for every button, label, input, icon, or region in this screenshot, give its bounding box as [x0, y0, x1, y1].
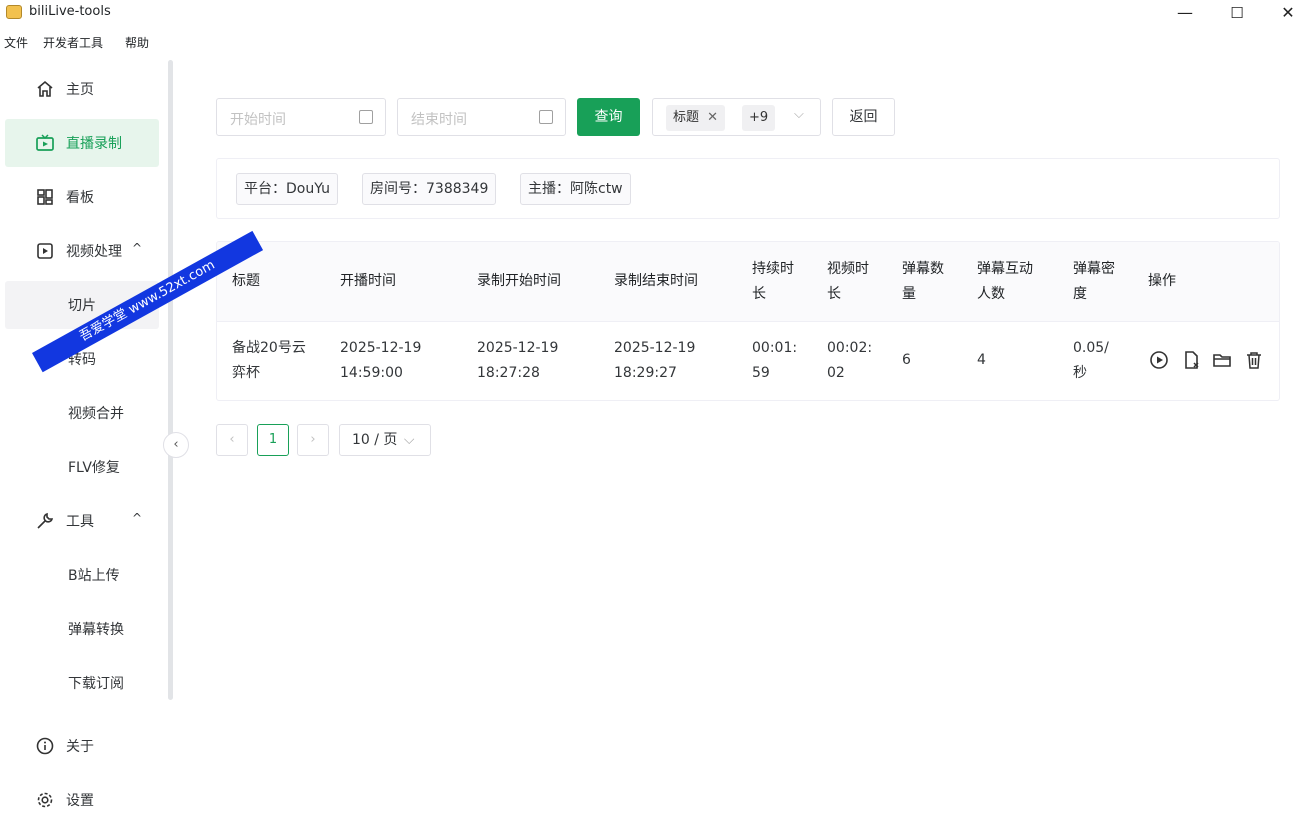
sidebar-item-dashboard[interactable]: 看板: [5, 173, 159, 221]
minimize-button[interactable]: —: [1170, 2, 1200, 24]
file-delete-icon[interactable]: [1182, 350, 1202, 370]
info-icon: [36, 737, 54, 755]
next-page-button[interactable]: ›: [297, 424, 329, 456]
column-select[interactable]: 标题 ✕ +9 ⌵: [652, 98, 821, 136]
cell-video-duration: 00:02: 02: [827, 340, 873, 381]
maximize-button[interactable]: ☐: [1222, 2, 1252, 24]
chevron-down-icon: ⌵: [403, 432, 415, 448]
cell-duration: 00:01: 59: [752, 340, 798, 381]
folder-icon[interactable]: [1212, 350, 1232, 370]
header-title: 标题: [232, 273, 260, 289]
streamer-tag: 主播：阿陈ctw: [520, 173, 631, 205]
sidebar-item-video-processing[interactable]: 视频处理 ^: [5, 227, 159, 275]
menu-file[interactable]: 文件: [4, 34, 28, 51]
recording-table: 标题 开播时间 录制开始时间 录制结束时间 持续时长 视频时长 弹幕数量 弹幕互…: [216, 241, 1280, 401]
sidebar-item-flv-repair[interactable]: FLV修复: [5, 443, 159, 491]
sidebar-item-settings[interactable]: 设置: [5, 776, 159, 824]
header-danmaku-count: 弹幕数量: [902, 261, 944, 302]
dashboard-icon: [37, 189, 53, 205]
sidebar-item-danmaku-convert[interactable]: 弹幕转换: [5, 605, 159, 653]
window-title: biliLive-tools: [29, 4, 111, 19]
sidebar-scrollbar[interactable]: [168, 60, 173, 700]
cell-rec-start: 2025-12-19 18:27:28: [477, 340, 559, 381]
sidebar-item-bili-upload[interactable]: B站上传: [5, 551, 159, 599]
sidebar-item-download-subscribe[interactable]: 下载订阅: [5, 659, 159, 707]
play-icon[interactable]: [1149, 350, 1169, 370]
header-live-start: 开播时间: [340, 273, 396, 289]
column-tag-more: +9: [742, 105, 776, 131]
close-button[interactable]: ✕: [1273, 2, 1303, 24]
header-rec-start: 录制开始时间: [477, 273, 561, 289]
calendar-icon: [359, 110, 373, 124]
cell-title: 备战20号云 弈杯: [232, 340, 306, 381]
cell-danmaku-density: 0.05/秒: [1073, 340, 1109, 381]
start-time-picker[interactable]: 开始时间: [216, 98, 386, 136]
sidebar-item-about[interactable]: 关于: [5, 722, 159, 770]
video-icon: [37, 243, 53, 259]
page-1-button[interactable]: 1: [257, 424, 289, 456]
room-tag: 房间号：7388349: [362, 173, 497, 205]
header-danmaku-density: 弹幕密度: [1073, 261, 1115, 302]
chevron-down-icon: ⌵: [794, 107, 804, 122]
cell-rec-end: 2025-12-19 18:29:27: [614, 340, 696, 381]
prev-page-button[interactable]: ‹: [216, 424, 248, 456]
trash-icon[interactable]: [1244, 350, 1264, 370]
title-bar: biliLive-tools — ☐ ✕: [0, 0, 1311, 26]
header-actions: 操作: [1148, 273, 1176, 289]
app-logo-icon: [6, 5, 22, 19]
cell-live-start: 2025-12-19 14:59:00: [340, 340, 422, 381]
sidebar: 主页 直播录制 看板 视频处理 ^ 切片 转码 视频合并 FLV修复 工具 ^ …: [0, 58, 176, 828]
chevron-up-icon: ^: [132, 511, 143, 525]
chevron-up-icon: ^: [132, 241, 143, 255]
home-icon: [37, 80, 53, 97]
sidebar-item-live-recording[interactable]: 直播录制: [5, 119, 159, 167]
query-button[interactable]: 查询: [577, 98, 640, 136]
table-header: 标题 开播时间 录制开始时间 录制结束时间 持续时长 视频时长 弹幕数量 弹幕互…: [217, 242, 1279, 322]
header-duration: 持续时长: [752, 261, 794, 302]
tv-icon: [36, 134, 54, 151]
stream-info-card: 平台：DouYu 房间号：7388349 主播：阿陈ctw: [216, 158, 1280, 219]
calendar-icon: [539, 110, 553, 124]
sidebar-item-home[interactable]: 主页: [5, 65, 159, 113]
page-size-select[interactable]: 10 / 页 ⌵: [339, 424, 431, 456]
wrench-icon: [37, 512, 54, 529]
sidebar-collapse-button[interactable]: ‹: [163, 432, 189, 458]
menu-help[interactable]: 帮助: [125, 34, 149, 51]
header-video-duration: 视频时长: [827, 261, 869, 302]
tag-close-icon[interactable]: ✕: [707, 110, 718, 125]
back-button[interactable]: 返回: [832, 98, 895, 136]
sidebar-item-tools[interactable]: 工具 ^: [5, 497, 159, 545]
sidebar-item-video-merge[interactable]: 视频合并: [5, 389, 159, 437]
header-rec-end: 录制结束时间: [614, 273, 698, 289]
end-time-picker[interactable]: 结束时间: [397, 98, 566, 136]
platform-tag: 平台：DouYu: [236, 173, 339, 205]
column-tag-title: 标题 ✕: [666, 105, 726, 131]
cell-danmaku-users: 4: [977, 352, 986, 368]
gear-icon: [37, 792, 53, 808]
header-danmaku-users: 弹幕互动 人数: [977, 261, 1033, 302]
menu-devtools[interactable]: 开发者工具: [43, 34, 103, 51]
cell-danmaku-count: 6: [902, 352, 911, 368]
